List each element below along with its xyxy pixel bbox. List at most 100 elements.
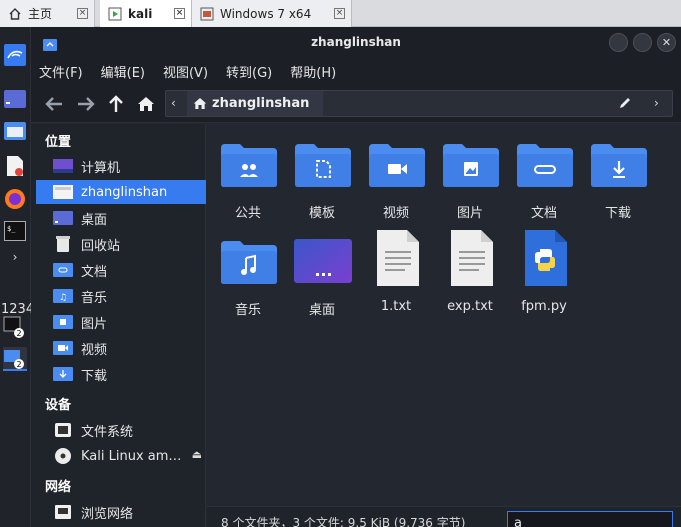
path-bar: ‹ zhanglinshan ›	[165, 90, 673, 117]
close-icon[interactable]: ×	[334, 8, 345, 19]
network-icon	[52, 504, 74, 520]
sidebar: 位置 计算机 zhanglinshan 桌面 回收站 文档 ♫ 音乐 图片 视频…	[31, 124, 206, 527]
menu-help[interactable]: 帮助(H)	[290, 62, 336, 81]
menu-bar: 文件(F) 编辑(E) 视图(V) 转到(G) 帮助(H)	[31, 57, 681, 85]
sidebar-item-downloads[interactable]: 下载	[36, 362, 206, 386]
sidebar-heading-network: 网络	[45, 480, 72, 495]
file-item-templates[interactable]: 模板	[285, 126, 359, 221]
menu-view[interactable]: 视图(V)	[163, 62, 208, 81]
window-count-badge: 2	[17, 329, 22, 338]
public-folder-icon	[221, 144, 277, 187]
python-file-icon	[525, 230, 567, 286]
trash-icon	[52, 236, 74, 252]
pictures-icon	[52, 314, 74, 330]
home-icon	[138, 97, 154, 111]
sidebar-item-label: 音乐	[81, 290, 108, 306]
vm-running-icon	[108, 7, 122, 21]
close-icon[interactable]: ×	[174, 8, 185, 19]
path-crumb-home[interactable]: zhanglinshan	[187, 91, 323, 116]
file-manager-icon[interactable]	[3, 119, 27, 143]
vm-tab-home[interactable]: 主页 ×	[0, 0, 95, 27]
sidebar-item-label: zhanglinshan	[81, 184, 168, 200]
kali-dock: $_ › 1234 2 2	[0, 27, 34, 527]
templates-folder-icon	[295, 144, 351, 187]
sidebar-item-kali-disc[interactable]: Kali Linux am… ⏏	[36, 444, 206, 468]
forward-button[interactable]	[75, 93, 97, 115]
sidebar-item-home[interactable]: zhanglinshan	[36, 180, 206, 204]
file-name: 模板	[308, 206, 335, 221]
file-item-exp-txt[interactable]: exp.txt	[433, 223, 507, 314]
file-name: 公共	[234, 206, 261, 221]
file-manager-window-icon[interactable]: 2	[3, 347, 27, 371]
sidebar-item-computer[interactable]: 计算机	[36, 154, 206, 178]
file-item-1-txt[interactable]: 1.txt	[359, 223, 433, 314]
edit-path-button[interactable]	[618, 95, 632, 114]
file-item-videos[interactable]: 视频	[359, 126, 433, 221]
vm-tab-windows7[interactable]: Windows 7 x64 ×	[192, 0, 352, 27]
title-bar[interactable]: zhanglinshan ✕	[31, 27, 681, 57]
up-button[interactable]	[105, 93, 127, 115]
vm-icon	[200, 7, 214, 21]
sidebar-item-label: 文档	[81, 264, 108, 280]
music-icon: ♫	[52, 288, 74, 304]
menu-file[interactable]: 文件(F)	[39, 62, 83, 81]
desktop-icon	[52, 210, 74, 226]
terminal-window-icon[interactable]: 2	[3, 315, 27, 339]
maximize-button[interactable]	[633, 33, 652, 52]
pictures-folder-icon	[443, 144, 499, 187]
videos-icon	[52, 340, 74, 356]
status-bar: 8 个文件夹，3 个文件: 9.5 KiB (9,736 字节)	[207, 506, 681, 527]
file-name: 视频	[382, 206, 409, 221]
file-item-downloads[interactable]: 下载	[581, 126, 655, 221]
sidebar-item-videos[interactable]: 视频	[36, 336, 206, 360]
disc-icon	[52, 448, 74, 464]
pencil-icon	[620, 98, 630, 108]
toolbar: ‹ zhanglinshan ›	[31, 85, 681, 123]
file-item-fpm-py[interactable]: fpm.py	[507, 223, 581, 314]
file-name: exp.txt	[447, 299, 493, 314]
music-folder-icon	[221, 241, 277, 284]
sidebar-item-label: 回收站	[81, 238, 121, 254]
close-icon[interactable]: ×	[77, 8, 88, 19]
file-item-public[interactable]: 公共	[211, 126, 285, 221]
back-button[interactable]	[43, 93, 65, 115]
sidebar-item-browse-network[interactable]: 浏览网络	[36, 500, 206, 524]
home-button[interactable]	[135, 93, 157, 115]
file-item-documents[interactable]: 文档	[507, 126, 581, 221]
path-scroll-left-button[interactable]: ‹	[171, 96, 176, 110]
search-input[interactable]	[507, 511, 673, 527]
videos-folder-icon	[369, 144, 425, 187]
close-button[interactable]: ✕	[657, 33, 676, 52]
downloads-folder-icon	[591, 144, 647, 187]
file-manager-window: zhanglinshan ✕ 文件(F) 编辑(E) 视图(V) 转到(G) 帮…	[31, 27, 681, 527]
desktop-icon[interactable]	[3, 87, 27, 111]
expand-chevron-icon[interactable]: ›	[3, 245, 27, 269]
kali-menu-icon[interactable]	[3, 43, 27, 67]
sidebar-item-label: 图片	[81, 316, 108, 332]
sidebar-item-documents[interactable]: 文档	[36, 258, 206, 282]
sidebar-item-desktop[interactable]: 桌面	[36, 206, 206, 230]
eject-icon[interactable]: ⏏	[192, 448, 202, 461]
sidebar-item-filesystem[interactable]: 文件系统	[36, 418, 206, 442]
vm-tab-label: kali	[128, 6, 153, 21]
text-file-icon	[451, 230, 493, 286]
file-item-music[interactable]: 音乐	[211, 223, 285, 318]
sidebar-item-music[interactable]: ♫ 音乐	[36, 284, 206, 308]
downloads-icon	[52, 366, 74, 382]
file-item-desktop[interactable]: 桌面	[285, 223, 359, 318]
sidebar-item-trash[interactable]: 回收站	[36, 232, 206, 256]
menu-edit[interactable]: 编辑(E)	[101, 62, 145, 81]
path-scroll-right-button[interactable]: ›	[654, 96, 659, 110]
file-name: 桌面	[308, 303, 335, 318]
home-icon	[193, 98, 207, 109]
minimize-button[interactable]	[609, 33, 628, 52]
text-editor-icon[interactable]	[3, 154, 27, 178]
firefox-icon[interactable]	[3, 187, 27, 211]
status-text: 8 个文件夹，3 个文件: 9.5 KiB (9,736 字节)	[221, 516, 466, 527]
file-item-pictures[interactable]: 图片	[433, 126, 507, 221]
sidebar-item-pictures[interactable]: 图片	[36, 310, 206, 334]
menu-go[interactable]: 转到(G)	[226, 62, 272, 81]
desktop-folder-icon	[294, 239, 352, 283]
terminal-icon[interactable]: $_	[3, 219, 27, 243]
vm-tab-kali[interactable]: kali ×	[100, 0, 192, 27]
